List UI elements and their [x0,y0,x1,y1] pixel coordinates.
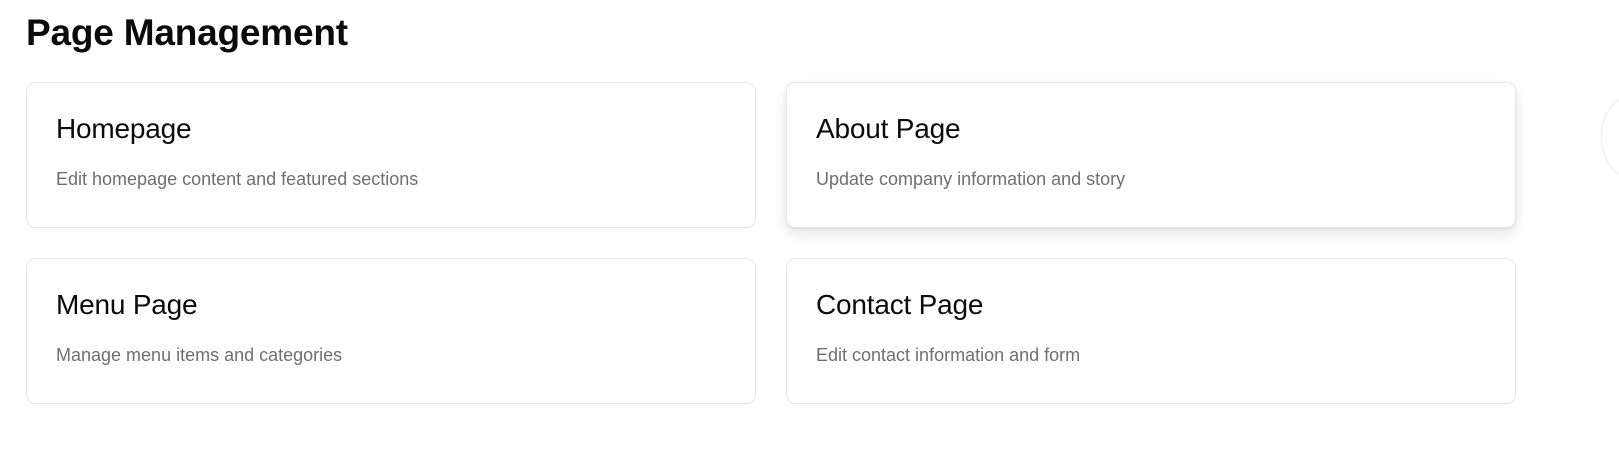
card-description: Edit contact information and form [816,345,1081,365]
contact-page-card[interactable]: Contact Page Edit contact information an… [786,258,1516,404]
card-title: Homepage [56,113,192,144]
homepage-card[interactable]: Homepage Edit homepage content and featu… [26,82,756,228]
page-management-view: Page Management Homepage Edit homepage c… [0,0,1619,473]
card-title: Menu Page [56,289,198,320]
card-title: About Page [816,113,961,144]
card-title: Contact Page [816,289,984,320]
page-title: Page Management [26,12,348,53]
menu-page-card[interactable]: Menu Page Manage menu items and categori… [26,258,756,404]
card-description: Edit homepage content and featured secti… [56,169,419,189]
partial-edge-element [1601,96,1619,178]
card-description: Manage menu items and categories [56,345,343,365]
card-description: Update company information and story [816,169,1126,189]
about-page-card[interactable]: About Page Update company information an… [786,82,1516,228]
page-cards-grid: Homepage Edit homepage content and featu… [26,82,1516,404]
